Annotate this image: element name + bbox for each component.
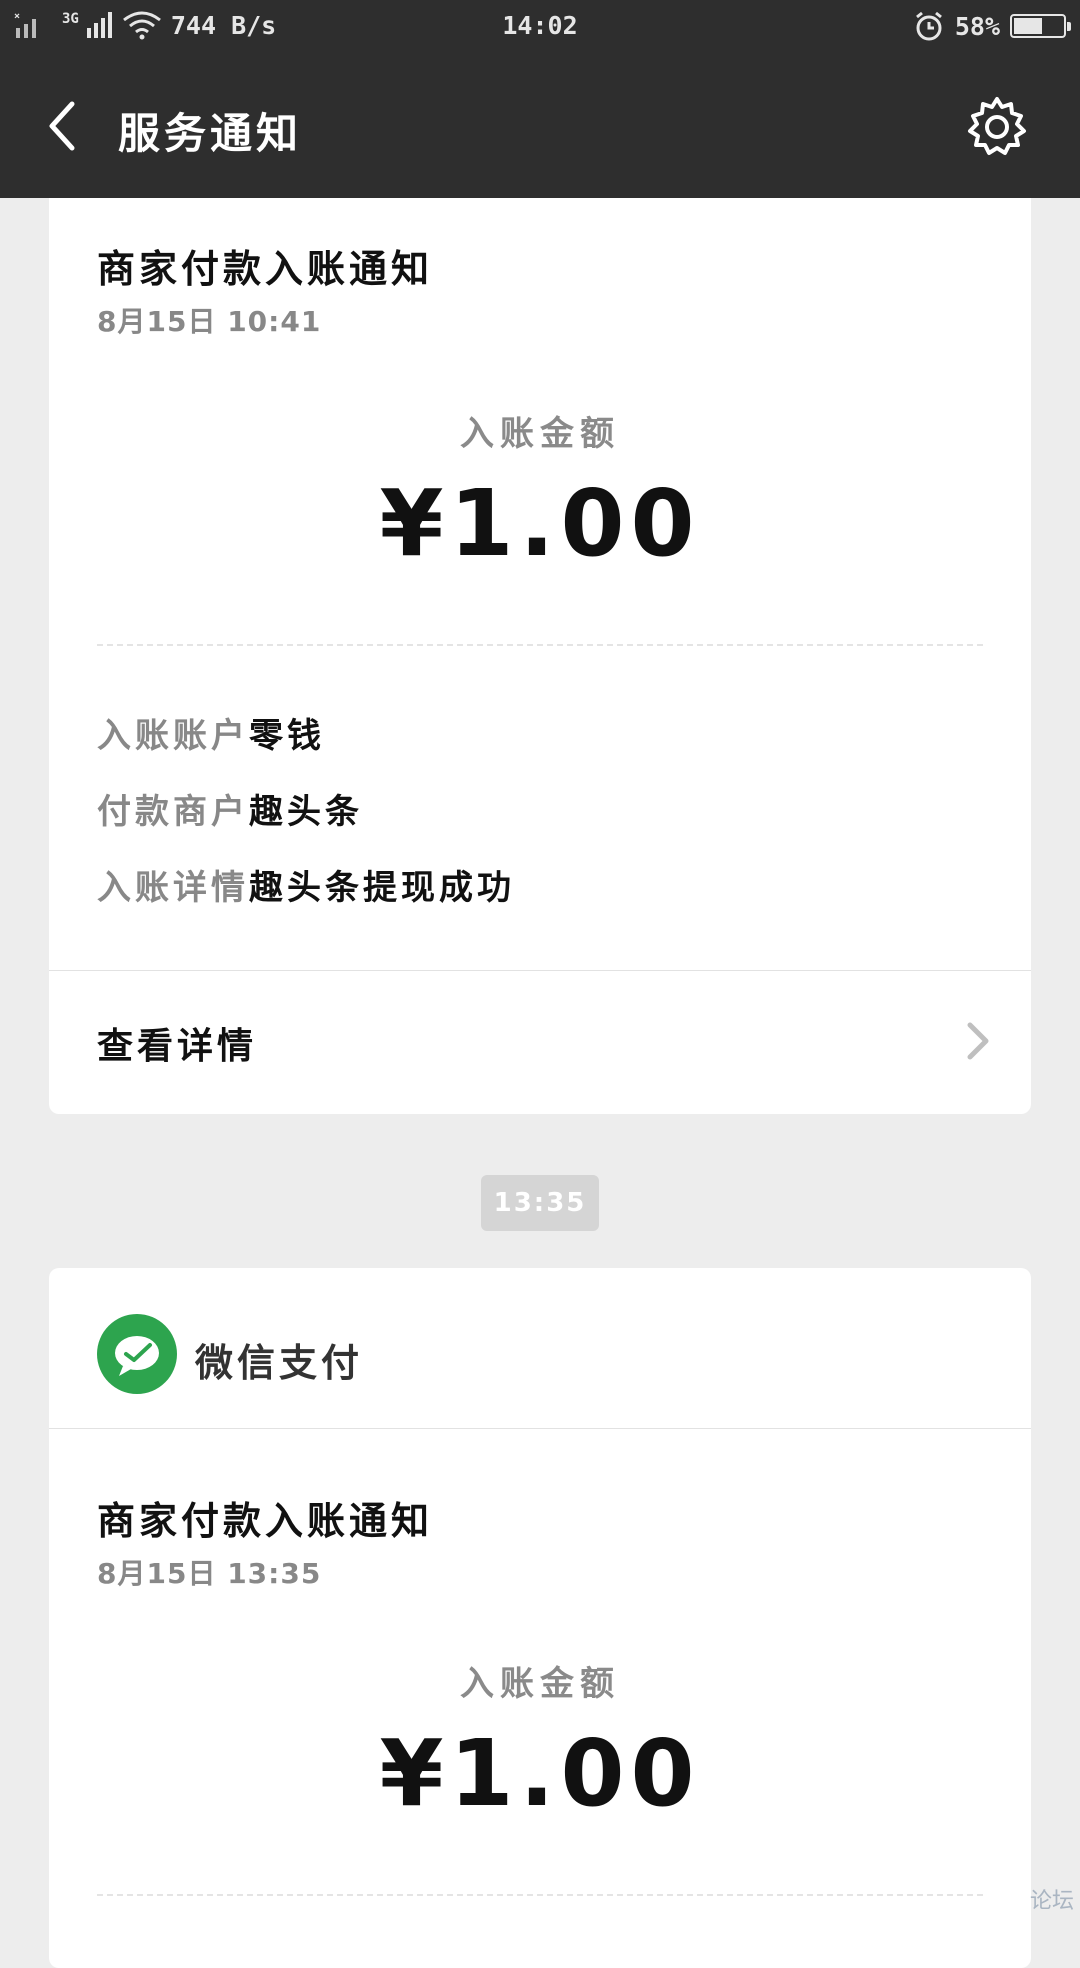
source-name: 微信支付 — [195, 1341, 364, 1385]
battery-icon — [1010, 14, 1071, 38]
amount-value: ¥1.00 — [379, 1720, 701, 1827]
notification-card: 微信支付 商家付款入账通知 8月15日 13:35 入账金额 ¥1.00 — [49, 1268, 1031, 1968]
row-key: 入账详情 — [97, 868, 249, 908]
time-separator: 13:35 — [481, 1175, 599, 1231]
view-details-button[interactable]: 查看详情 — [49, 971, 1031, 1114]
dashed-divider — [97, 644, 983, 646]
notification-card: 商家付款入账通知 8月15日 10:41 入账金额 ¥1.00 入账账户零钱 付… — [49, 198, 1031, 1114]
row-value: 趣头条提现成功 — [249, 868, 515, 908]
status-bar: × 3G 744 B/s 14:02 58% — [0, 0, 1080, 52]
view-details-label: 查看详情 — [97, 1026, 258, 1067]
notification-time: 8月15日 10:41 — [97, 305, 322, 338]
amount-label: 入账金额 — [460, 1664, 620, 1704]
battery-percent: 58% — [954, 11, 1000, 41]
row-value: 零钱 — [249, 716, 325, 756]
amount-label: 入账金额 — [460, 414, 620, 454]
watermark: 论坛 — [1029, 1889, 1074, 1914]
wechat-pay-logo-icon — [97, 1314, 177, 1394]
battery-fill — [1014, 18, 1042, 34]
row-key: 付款商户 — [97, 792, 249, 832]
notification-title: 商家付款入账通知 — [97, 247, 434, 291]
status-right: 58% — [913, 10, 1071, 42]
dashed-divider — [97, 1894, 983, 1896]
gear-icon[interactable] — [964, 94, 1030, 160]
alarm-icon — [915, 11, 942, 41]
row-key: 入账账户 — [97, 716, 249, 756]
page-title: 服务通知 — [118, 109, 303, 158]
row-value: 趣头条 — [249, 792, 363, 832]
merchant-row: 付款商户趣头条 — [97, 784, 363, 833]
account-row: 入账账户零钱 — [97, 708, 325, 757]
amount-value: ¥1.00 — [379, 470, 701, 577]
top-bar: 服务通知 — [0, 52, 1080, 198]
chevron-right-icon — [967, 1022, 989, 1060]
divider — [49, 1428, 1031, 1429]
notification-title: 商家付款入账通知 — [97, 1499, 434, 1543]
wechat-bubble-icon — [115, 1336, 159, 1376]
back-icon[interactable] — [40, 98, 84, 154]
detail-row: 入账详情趣头条提现成功 — [97, 860, 515, 909]
notification-time: 8月15日 13:35 — [97, 1557, 322, 1590]
